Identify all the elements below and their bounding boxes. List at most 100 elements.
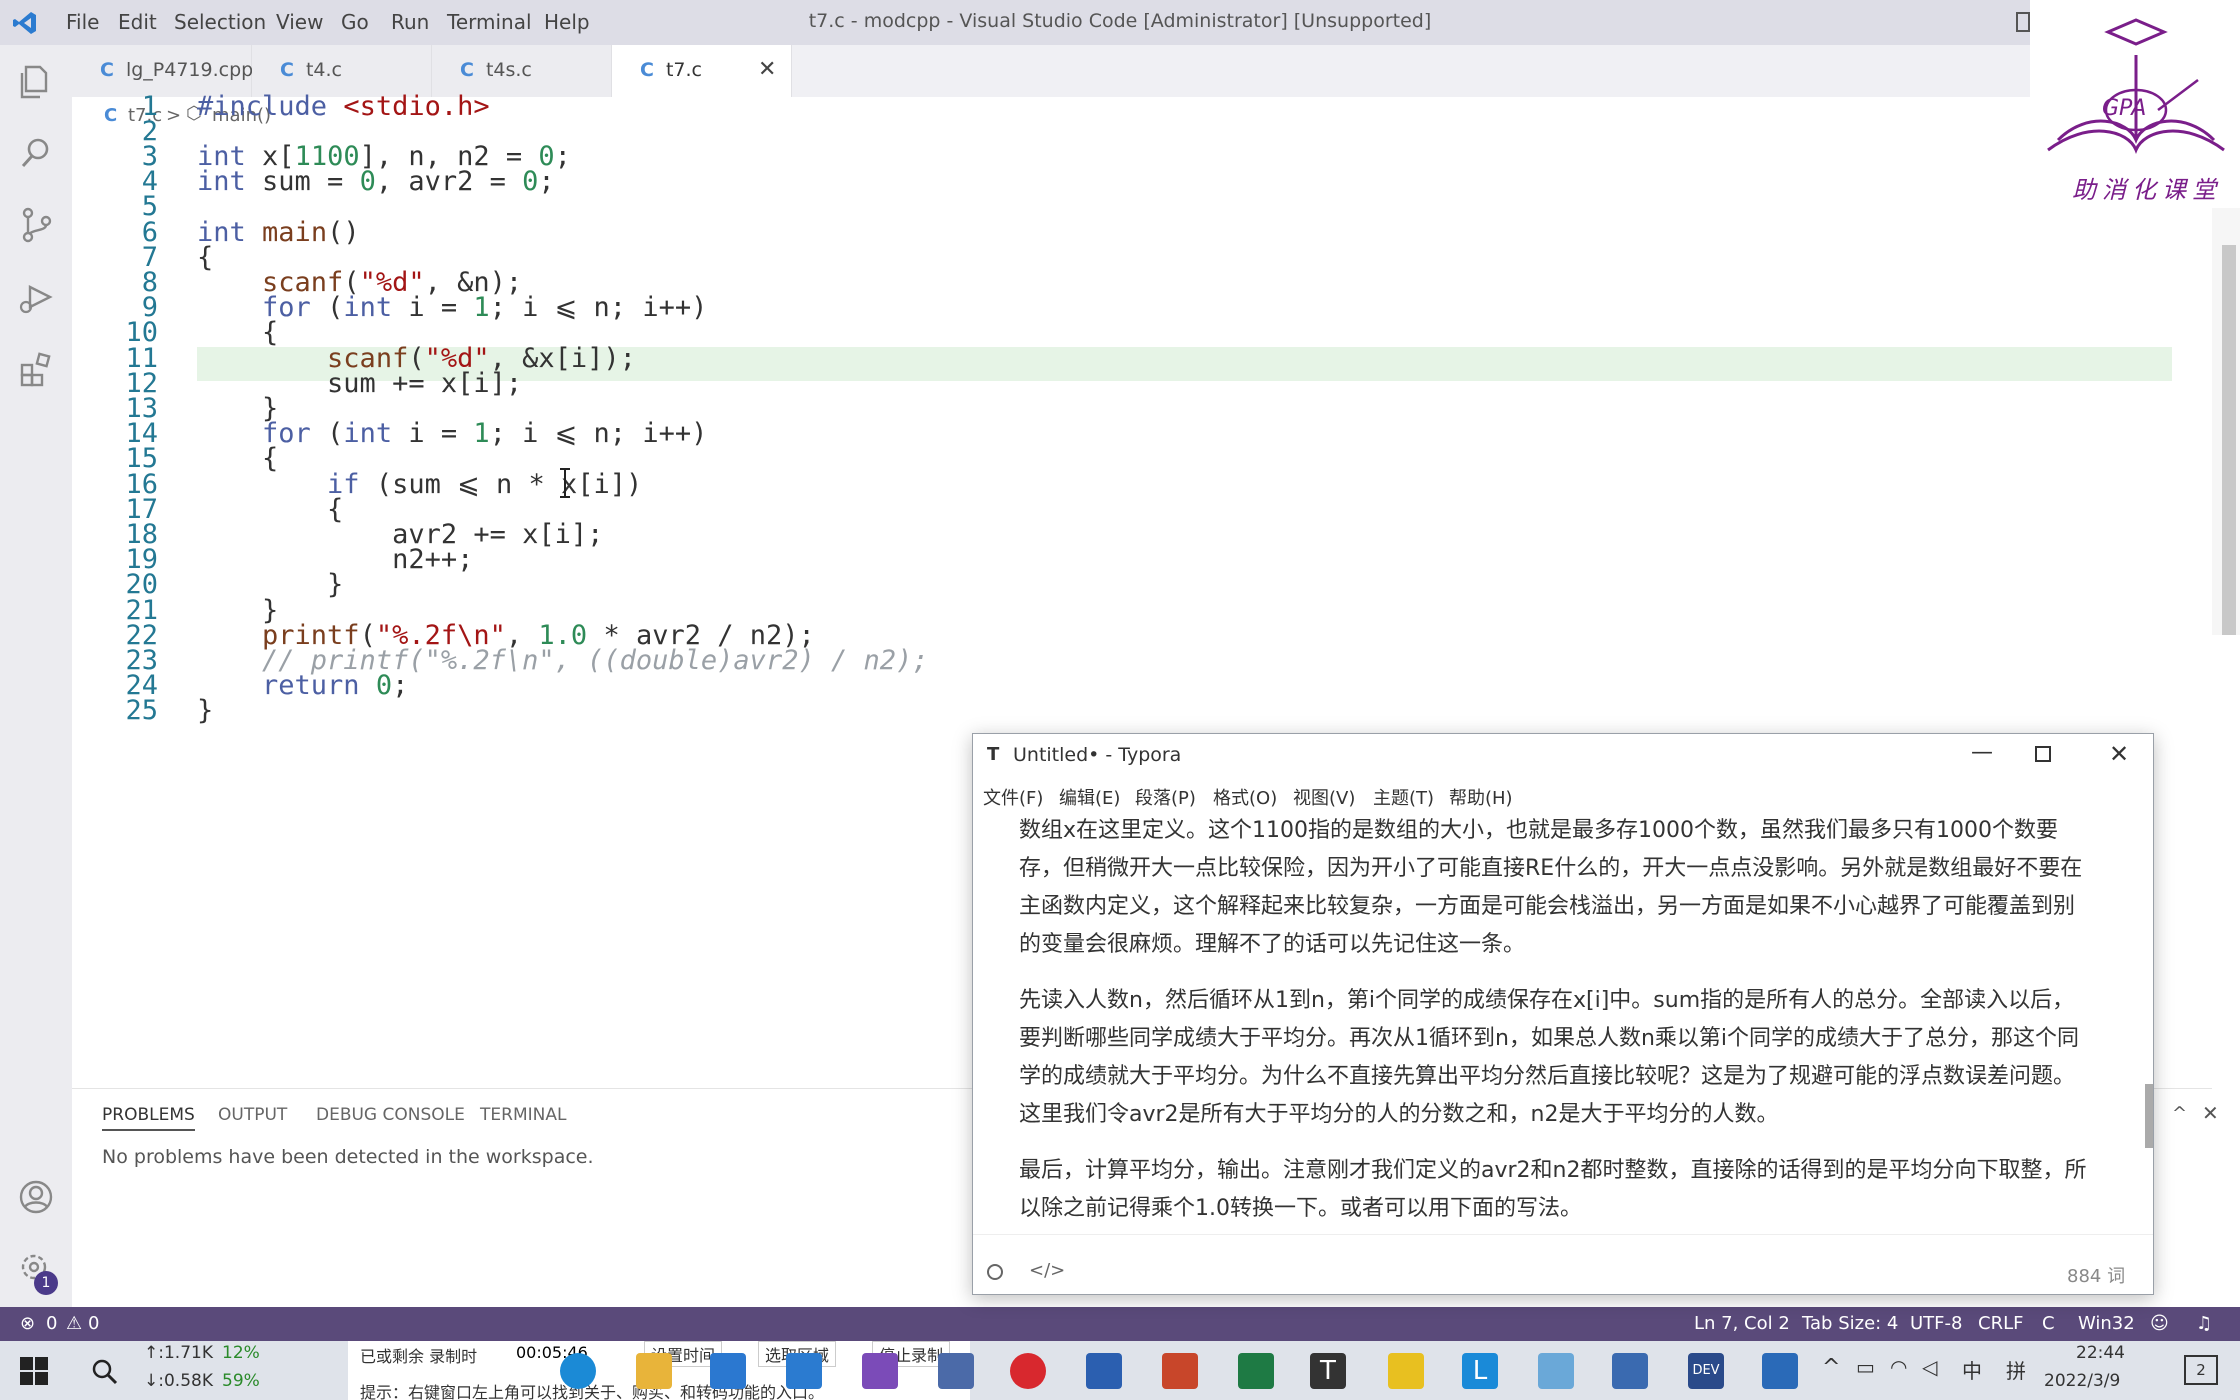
code-line[interactable]: return 0; xyxy=(197,670,408,701)
edge-browser-icon[interactable] xyxy=(560,1353,596,1389)
cpp-file-icon: C xyxy=(100,59,114,81)
file-encoding[interactable]: UTF-8 xyxy=(1910,1313,1962,1334)
run-debug-icon[interactable] xyxy=(14,275,58,319)
typora-menu-paragraph[interactable]: 段落(P) xyxy=(1135,784,1196,810)
paragraph-3: 最后，计算平均分，输出。注意刚才我们定义的avr2和n2都时整数，直接除的话得到… xyxy=(1019,1158,2087,1221)
typora-menu-view[interactable]: 视图(V) xyxy=(1293,784,1355,810)
typora-taskbar-icon[interactable]: T xyxy=(1310,1353,1346,1389)
notifications-bell-icon[interactable]: ♫ xyxy=(2196,1313,2212,1334)
windows-start-icon[interactable] xyxy=(20,1357,48,1385)
feedback-icon[interactable]: ☺ xyxy=(2150,1313,2169,1334)
source-code-mode-icon[interactable]: </> xyxy=(1029,1260,1065,1281)
volume-icon[interactable]: ◁ xyxy=(1922,1355,1937,1379)
ime-lang[interactable]: 中 xyxy=(1962,1355,1982,1384)
source-control-icon[interactable] xyxy=(14,203,58,247)
search-icon[interactable] xyxy=(14,131,58,175)
typora-menu-file[interactable]: 文件(F) xyxy=(983,784,1043,810)
code-line[interactable]: #include <stdio.h> xyxy=(197,91,490,122)
tab-t4[interactable]: Ct4.c xyxy=(252,45,432,97)
warning-icon[interactable]: ⚠ xyxy=(66,1313,82,1334)
typora-menu-help[interactable]: 帮助(H) xyxy=(1449,784,1513,810)
typora-menu-theme[interactable]: 主题(T) xyxy=(1373,784,1434,810)
c-file-icon: C xyxy=(640,59,654,81)
netease-music-icon[interactable] xyxy=(1010,1353,1046,1389)
tab-problems[interactable]: PROBLEMS xyxy=(102,1105,195,1131)
typora-menu-format[interactable]: 格式(O) xyxy=(1213,784,1277,810)
outline-toggle-icon[interactable] xyxy=(987,1264,1003,1280)
excel-icon[interactable] xyxy=(1238,1353,1274,1389)
tab-size[interactable]: Tab Size: 4 xyxy=(1802,1313,1898,1334)
clock-time[interactable]: 22:44 xyxy=(2076,1343,2125,1363)
mail-icon[interactable] xyxy=(710,1353,746,1389)
line-ending[interactable]: CRLF xyxy=(1978,1313,2023,1334)
player-icon[interactable] xyxy=(1388,1353,1424,1389)
close-panel-icon[interactable]: ✕ xyxy=(2202,1101,2219,1125)
layout-icon[interactable] xyxy=(2016,12,2030,32)
file-explorer-icon[interactable] xyxy=(636,1353,672,1389)
recorder-label: 已或剩余 录制时 xyxy=(360,1347,478,1366)
notification-center-icon[interactable]: 2 xyxy=(2184,1355,2218,1385)
error-count[interactable]: 0 xyxy=(46,1313,57,1334)
typora-menu-edit[interactable]: 编辑(E) xyxy=(1059,784,1120,810)
close-tab-icon[interactable]: ✕ xyxy=(758,57,776,82)
video-app-icon[interactable] xyxy=(1762,1353,1798,1389)
title-bar: File Edit Selection View Go Run Terminal… xyxy=(0,0,2240,45)
problems-message: No problems have been detected in the wo… xyxy=(102,1146,594,1168)
minimize-icon[interactable]: — xyxy=(1971,740,1993,765)
error-icon[interactable]: ⊗ xyxy=(20,1313,35,1334)
network-download: ↓:0.58K xyxy=(144,1371,213,1391)
app-l-icon[interactable]: L xyxy=(1462,1353,1498,1389)
typora-logo-icon: T xyxy=(987,744,1000,765)
typora-document[interactable]: 数组x在这里定义。这个1100指的是数组的大小，也就是最多存1000个数，虽然我… xyxy=(973,818,2153,1230)
word-icon[interactable] xyxy=(1086,1353,1122,1389)
visual-studio-icon[interactable] xyxy=(862,1353,898,1389)
battery-icon[interactable]: ▭ xyxy=(1856,1355,1875,1379)
typora-scrollbar[interactable] xyxy=(2145,1084,2153,1148)
taskbar-search-icon[interactable] xyxy=(90,1357,118,1385)
tab-terminal[interactable]: TERMINAL xyxy=(480,1105,566,1125)
c-file-icon: C xyxy=(280,59,294,81)
breadcrumb-separator: > xyxy=(166,105,182,126)
powerpoint-icon[interactable] xyxy=(1162,1353,1198,1389)
github-desktop-icon[interactable] xyxy=(938,1353,974,1389)
calculator-icon[interactable] xyxy=(1612,1353,1648,1389)
wifi-icon[interactable]: ◠ xyxy=(1890,1355,1907,1379)
tab-lg-p4719[interactable]: Clg_P4719.cpp xyxy=(72,45,253,97)
tab-t7[interactable]: Ct7.c ✕ xyxy=(612,45,792,97)
platform[interactable]: Win32 xyxy=(2078,1313,2135,1334)
tray-chevron-icon[interactable]: ^ xyxy=(1822,1355,1840,1380)
extensions-icon[interactable] xyxy=(14,347,58,391)
book-logo-icon xyxy=(2047,18,2225,155)
line-number: 25 xyxy=(125,695,158,726)
word-count[interactable]: 884 词 xyxy=(2067,1262,2125,1288)
status-bar: ⊗ 0 ⚠ 0 Ln 7, Col 2 Tab Size: 4 UTF-8 CR… xyxy=(0,1307,2240,1341)
scrollbar-thumb[interactable] xyxy=(2222,245,2236,635)
tab-output[interactable]: OUTPUT xyxy=(218,1105,287,1125)
close-window-icon[interactable]: ✕ xyxy=(2109,740,2129,768)
network-upload: ↑:1.71K xyxy=(144,1343,213,1363)
code-line[interactable]: int main() xyxy=(197,217,360,248)
vscode-taskbar-icon[interactable] xyxy=(786,1353,822,1389)
chevron-up-icon[interactable]: ^ xyxy=(2172,1103,2187,1124)
maximize-icon[interactable] xyxy=(2035,746,2051,762)
clock-date[interactable]: 2022/3/9 xyxy=(2044,1371,2120,1391)
editor-scrollbar[interactable] xyxy=(2212,205,2240,635)
tab-debug-console[interactable]: DEBUG CONSOLE xyxy=(316,1105,465,1125)
activity-bar: 1 xyxy=(0,45,72,1307)
update-badge: 1 xyxy=(34,1271,58,1295)
code-line[interactable]: } xyxy=(197,695,213,726)
typora-window: T Untitled• - Typora — ✕ 文件(F) 编辑(E) 段落(… xyxy=(972,733,2154,1295)
code-line[interactable]: int sum = 0, avr2 = 0; xyxy=(197,166,555,197)
windows-taskbar: ↑:1.71K ↓:0.58K 12% 59% 已或剩余 录制时 00:05:4… xyxy=(0,1341,2240,1400)
c-file-icon: C xyxy=(460,59,474,81)
dev-cpp-icon[interactable]: DEV xyxy=(1688,1353,1724,1389)
logo-subtitle: 助消化课堂 xyxy=(2072,176,2222,204)
cursor-position[interactable]: Ln 7, Col 2 xyxy=(1694,1313,1790,1334)
notepad-icon[interactable] xyxy=(1538,1353,1574,1389)
account-icon[interactable] xyxy=(14,1175,58,1219)
ime-mode[interactable]: 拼 xyxy=(2006,1355,2026,1384)
tab-t4s[interactable]: Ct4s.c xyxy=(432,45,612,97)
language-mode[interactable]: C xyxy=(2042,1313,2055,1334)
warning-count[interactable]: 0 xyxy=(88,1313,99,1334)
explorer-icon[interactable] xyxy=(14,59,58,103)
